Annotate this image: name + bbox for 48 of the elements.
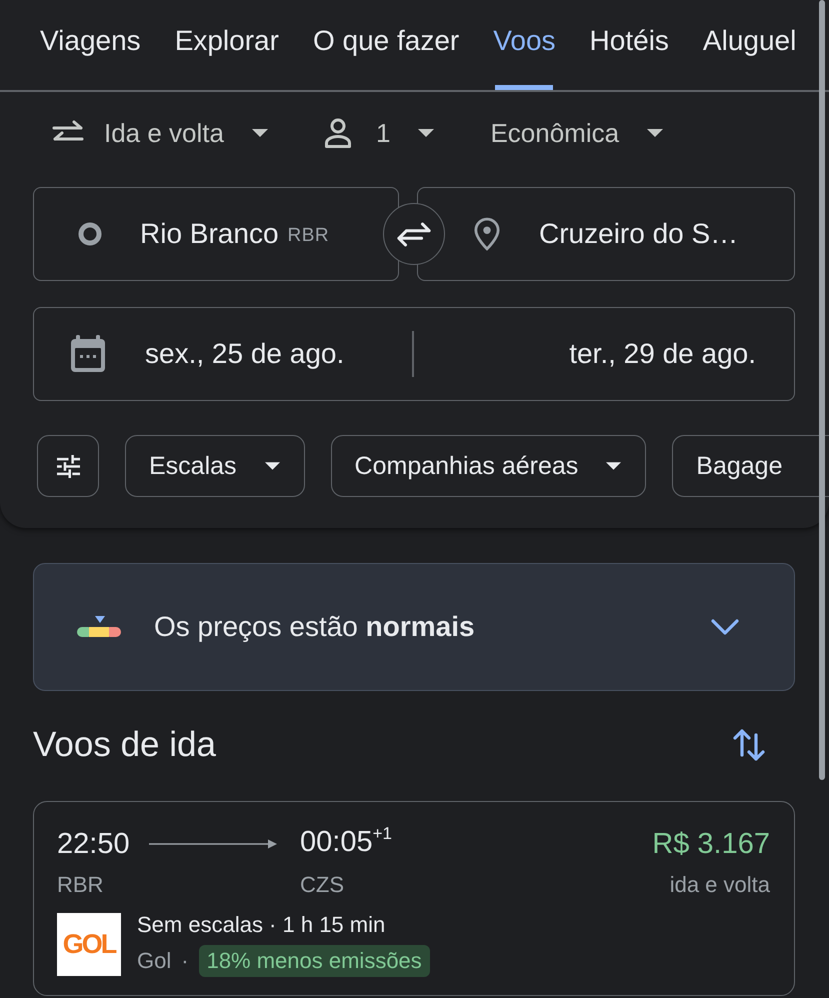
airline-name: Gol	[137, 948, 172, 974]
section-heading: Voos de ida	[33, 725, 216, 765]
destination-field[interactable]: Cruzeiro do S…	[417, 187, 795, 281]
nav-tab[interactable]: Explorar	[174, 0, 279, 90]
caret-icon	[252, 129, 268, 137]
departure-date: sex., 25 de ago.	[145, 338, 344, 370]
airline-logo: GOL	[57, 913, 121, 976]
arrow-icon	[148, 838, 277, 850]
caret-icon	[647, 129, 664, 137]
emissions-badge: 18% menos emissões	[198, 945, 430, 977]
nav-tab[interactable]: Aluguel	[702, 0, 796, 90]
date-range-field[interactable]: sex., 25 de ago. ter., 29 de ago.	[33, 307, 795, 401]
origin-city: Rio Branco	[140, 218, 279, 250]
airport-code: RBR	[288, 225, 330, 247]
departure-time: 22:50	[57, 827, 130, 861]
filter-chip[interactable]: Companhias aéreas	[330, 435, 646, 497]
separator: ·	[181, 948, 189, 974]
price-insight-banner[interactable]: Os preços estão normais	[33, 563, 795, 691]
sort-icon[interactable]	[733, 727, 765, 763]
swap-arrows-icon	[397, 220, 431, 248]
price: R$ 3.167	[652, 828, 770, 860]
return-date: ter., 29 de ago.	[569, 338, 756, 370]
dropdown-button[interactable]: Econômica	[490, 118, 664, 148]
flight-summary: Sem escalas · 1 h 15 min	[137, 911, 386, 939]
caret-icon	[264, 462, 280, 470]
nav-tab[interactable]: O que fazer	[312, 0, 460, 90]
nav-tab[interactable]: Viagens	[40, 0, 141, 90]
price-level-icon	[77, 615, 121, 639]
scrollbar-thumb[interactable]	[819, 0, 825, 780]
caret-icon	[418, 129, 434, 137]
person-icon	[324, 118, 352, 148]
filters-button[interactable]	[37, 435, 99, 497]
dropdown-button[interactable]: 1	[324, 118, 434, 148]
destination-city: Cruzeiro do S…	[539, 218, 738, 250]
ring-icon	[78, 222, 102, 246]
arrival-time: 00:05$^{+1}$	[300, 825, 392, 860]
price-note: ida e volta	[670, 872, 770, 898]
dropdown-button[interactable]: Ida e volta	[52, 118, 268, 148]
price-insight-text: Os preços estão normais	[154, 611, 476, 643]
sliders-icon	[56, 454, 80, 478]
caret-icon	[606, 462, 622, 470]
origin-field[interactable]: Rio Branco RBR	[33, 187, 399, 281]
destination-code: CZS	[300, 872, 345, 898]
filter-chip[interactable]: Escalas	[125, 435, 305, 497]
location-pin-icon	[474, 217, 500, 251]
calendar-icon	[70, 335, 106, 373]
origin-code: RBR	[57, 872, 104, 898]
nav-tab[interactable]: Hotéis	[590, 0, 669, 90]
